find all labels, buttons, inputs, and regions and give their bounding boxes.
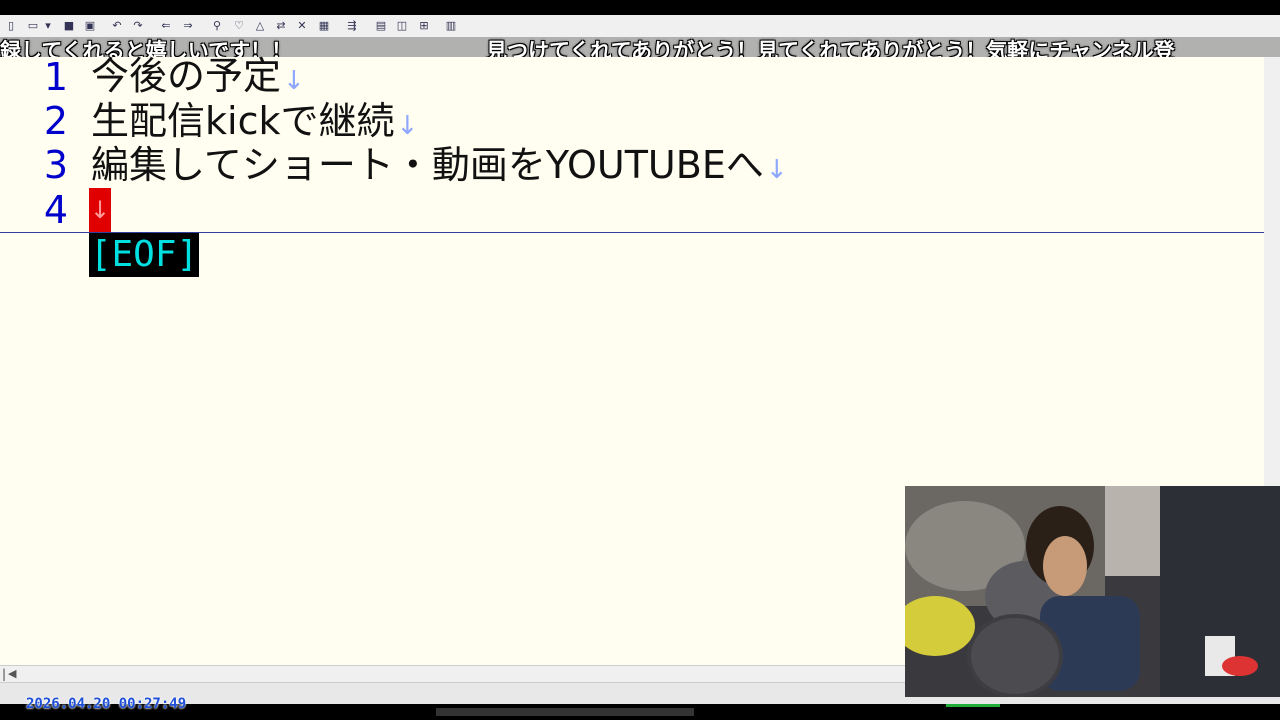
eol-mark: ↓ [396,111,419,141]
line-text: 生配信kickで継続 [91,99,395,143]
line-text: 今後の予定 [91,54,282,98]
search-prev-icon[interactable]: △ [253,19,267,33]
text-line[interactable]: 編集してショート・動画をYOUTUBEへ↓ [91,143,788,192]
new-file-icon[interactable]: ▯ [4,19,18,33]
line-number: 2 [43,99,68,143]
search-next-icon[interactable]: ♡ [232,19,246,33]
toolbar: ▯ ▭ ▾ ■ ▣ ↶ ↷ ⇐ ⇒ ⚲ ♡ △ ⇄ ✕ ▦ ⇶ ▤ ◫ ⊞ ▥ [0,15,1280,38]
save-icon[interactable]: ■ [62,19,76,33]
back-icon[interactable]: ⇐ [159,19,173,33]
line-number: 3 [43,143,68,187]
top-black-bar [0,0,1280,15]
save-all-icon[interactable]: ▣ [83,19,97,33]
line-number-gutter: 1 2 3 4 [0,55,88,232]
replace-icon[interactable]: ⇄ [274,19,288,33]
undo-icon[interactable]: ↶ [110,19,124,33]
grep-icon[interactable]: ▦ [317,19,331,33]
stream-clock: 2026.04.20 00:27:49 [26,696,187,712]
line-number: 1 [43,55,68,99]
text-line[interactable]: 生配信kickで継続↓ [91,99,418,148]
settings-icon[interactable]: ▥ [444,19,458,33]
outline-icon[interactable]: ▤ [374,19,388,33]
caret-eol-mark: ↓ [89,188,111,232]
dropdown-icon[interactable]: ▾ [44,19,52,33]
line-text: 編集してショート・動画をYOUTUBEへ [91,143,764,187]
webcam-overlay [905,486,1280,697]
eof-marker: [EOF] [89,233,199,277]
webcam-feed-image [905,486,1280,697]
horizontal-scrollbar[interactable]: | ◀ [0,665,905,683]
compare-icon[interactable]: ◫ [395,19,409,33]
text-line[interactable]: 今後の予定↓ [91,54,305,103]
forward-icon[interactable]: ⇒ [181,19,195,33]
scroll-left-marker: | [2,667,7,681]
line-number: 4 [43,188,68,232]
jump-icon[interactable]: ⇶ [345,19,359,33]
scroll-left-arrow-icon[interactable]: ◀ [8,667,16,680]
tag-icon[interactable]: ⊞ [417,19,431,33]
eol-mark: ↓ [283,66,305,96]
redo-icon[interactable]: ↷ [131,19,145,33]
taskbar-button[interactable] [436,708,694,716]
open-icon[interactable]: ▭ [26,19,40,33]
search-icon[interactable]: ⚲ [210,19,224,33]
taskbar-indicator [946,704,1000,707]
eol-mark: ↓ [765,155,788,185]
clear-icon[interactable]: ✕ [295,19,309,33]
